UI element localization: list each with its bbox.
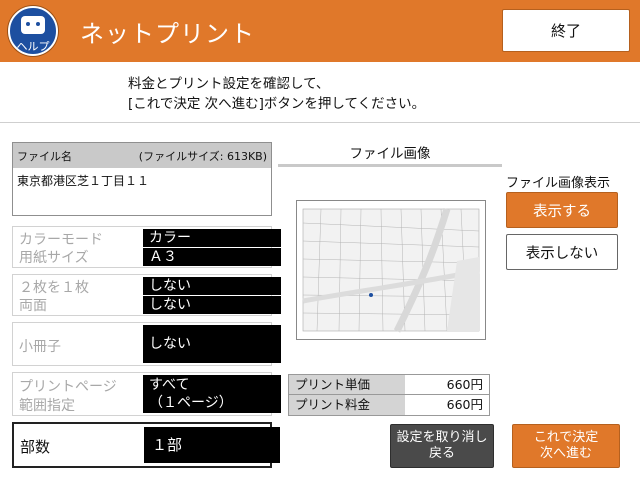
setting-label: プリントページ (19, 379, 117, 395)
copies-value: １部 (144, 427, 280, 463)
instruction-text: 料金とプリント設定を確認して、 [これで決定 次へ進む]ボタンを押してください。 (128, 74, 425, 114)
price-table: プリント単価 660円 プリント料金 660円 (288, 374, 490, 416)
setting-nup-duplex: ２枚を１枚 両面 しない しない (12, 274, 281, 316)
show-image-button[interactable]: 表示する (506, 192, 618, 228)
unit-price-label: プリント単価 (289, 375, 405, 394)
help-face-icon (21, 16, 45, 34)
setting-value: Ａ３ (143, 248, 281, 266)
setting-copies[interactable]: 部数 １部 (12, 422, 280, 468)
setting-value: カラー (143, 229, 281, 247)
cancel-line-1: 設定を取り消し (396, 430, 488, 445)
setting-value-line: すべて (149, 377, 190, 393)
setting-label: カラーモード (19, 232, 103, 248)
divider (0, 122, 640, 123)
file-info-box: ファイル名 (ファイルサイズ: 613KB) 東京都港区芝１丁目１１ (12, 142, 272, 216)
next-line-2: 次へ進む (539, 446, 592, 461)
file-image-display-label: ファイル画像表示 (506, 176, 611, 191)
setting-label: ２枚を１枚 (19, 280, 89, 296)
price-row-unit: プリント単価 660円 (289, 375, 489, 395)
setting-label: 小冊子 (19, 339, 61, 355)
next-line-1: これで決定 (533, 430, 599, 445)
map-preview-image (297, 201, 485, 339)
file-name-header: ファイル名 (17, 149, 72, 163)
help-button[interactable]: ヘルプ (8, 6, 58, 56)
setting-value: しない (143, 325, 281, 363)
exit-button[interactable]: 終了 (502, 9, 630, 52)
setting-booklet: 小冊子 しない (12, 322, 281, 366)
header-bar: ヘルプ ネットプリント 終了 (0, 0, 640, 62)
total-price-value: 660円 (446, 397, 483, 412)
confirm-next-button[interactable]: これで決定 次へ進む (512, 424, 620, 468)
setting-label: 範囲指定 (19, 398, 75, 414)
cancel-back-button[interactable]: 設定を取り消し 戻る (390, 424, 494, 468)
instruction-line-1: 料金とプリント設定を確認して、 (128, 76, 330, 92)
unit-price-value: 660円 (446, 377, 483, 392)
hide-image-button[interactable]: 表示しない (506, 234, 618, 270)
setting-value-line: （１ページ） (149, 395, 233, 411)
file-image-title-underline (278, 164, 502, 167)
setting-label: 用紙サイズ (19, 250, 89, 266)
file-name-value: 東京都港区芝１丁目１１ (17, 174, 150, 188)
file-info-header: ファイル名 (ファイルサイズ: 613KB) (13, 143, 271, 168)
setting-color-paper: カラーモード 用紙サイズ カラー Ａ３ (12, 226, 281, 268)
total-price-label: プリント料金 (289, 395, 405, 415)
setting-value: しない (143, 277, 281, 295)
page-title: ネットプリント (80, 20, 255, 48)
help-label: ヘルプ (16, 40, 50, 53)
setting-page-range: プリントページ 範囲指定 すべて （１ページ） (12, 372, 281, 416)
setting-value: すべて （１ページ） (143, 375, 281, 413)
price-row-total: プリント料金 660円 (289, 395, 489, 415)
instruction-line-2: [これで決定 次へ進む]ボタンを押してください。 (128, 96, 426, 112)
file-size-header: (ファイルサイズ: 613KB) (138, 149, 267, 163)
copies-label: 部数 (20, 438, 51, 456)
setting-value: しない (143, 296, 281, 314)
setting-label: 両面 (19, 298, 47, 314)
file-image-preview (296, 200, 486, 340)
file-image-title: ファイル画像 (349, 146, 431, 162)
cancel-line-2: 戻る (428, 446, 455, 461)
